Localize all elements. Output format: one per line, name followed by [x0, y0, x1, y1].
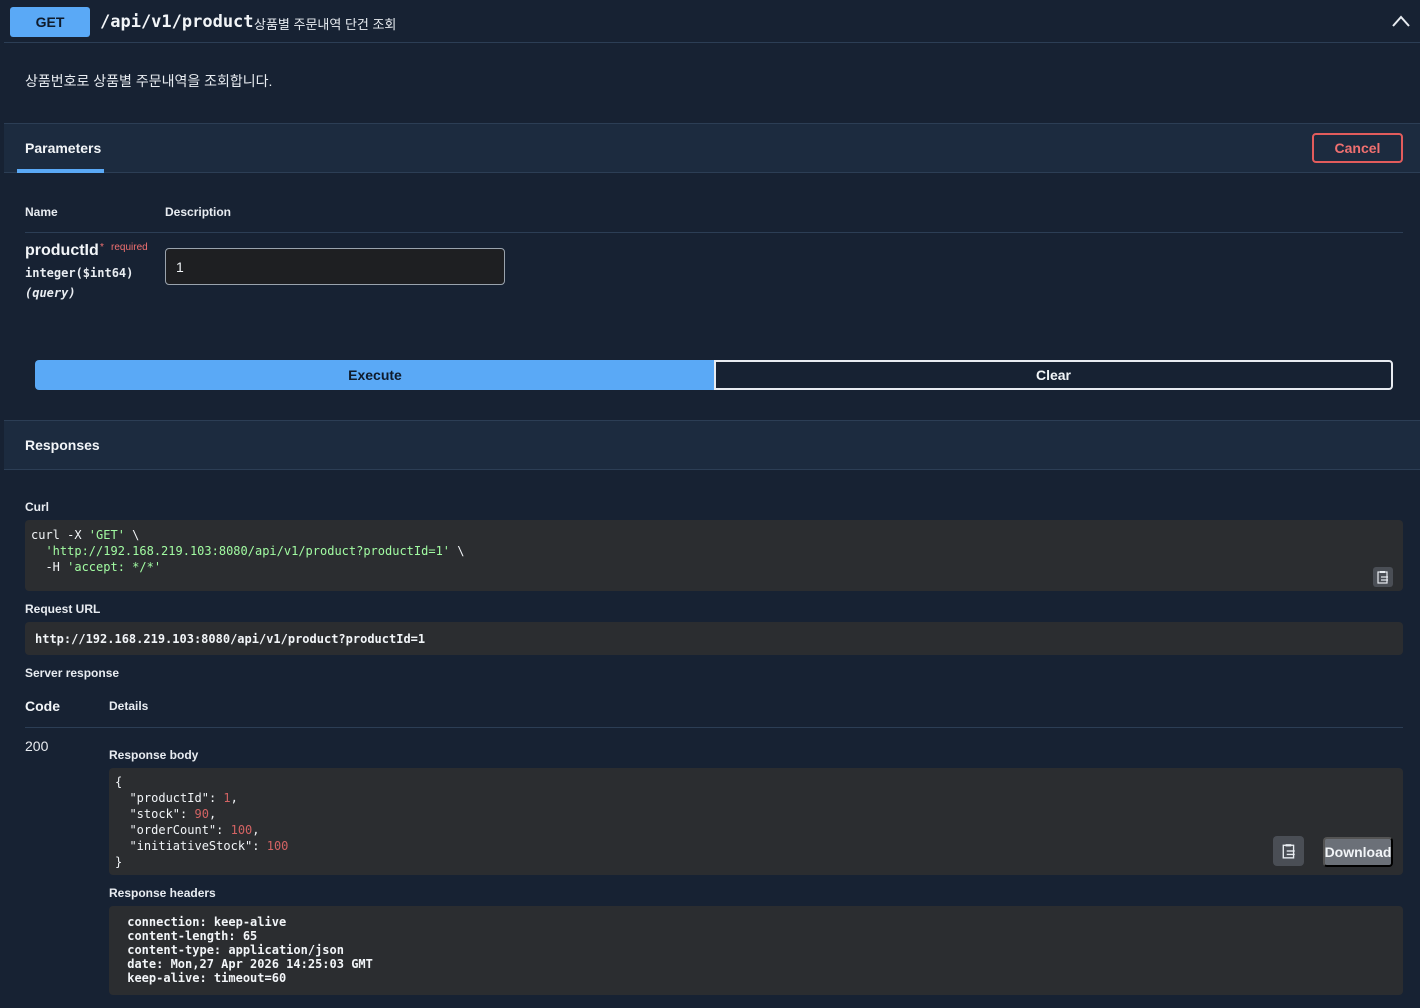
tab-active-indicator: [17, 169, 104, 173]
responses-section-header: Responses: [4, 420, 1420, 470]
cancel-button[interactable]: Cancel: [1312, 133, 1403, 163]
response-body-block: { "productId": 1, "stock": 90, "orderCou…: [109, 768, 1403, 875]
operation-header[interactable]: GET /api/v1/product 상품별 주문내역 단건 조회: [4, 0, 1420, 43]
code-column-header: Code: [25, 698, 60, 714]
copy-response-body-button[interactable]: [1273, 836, 1304, 866]
parameter-type: integer($int64): [25, 266, 134, 280]
responses-title: Responses: [25, 437, 100, 453]
clipboard-icon: [1377, 571, 1388, 584]
response-body-label: Response body: [109, 748, 199, 762]
parameter-name: productId: [25, 242, 99, 259]
method-badge: GET: [10, 7, 90, 37]
curl-label: Curl: [25, 500, 49, 514]
chevron-up-icon[interactable]: [1390, 12, 1412, 30]
column-header-name: Name: [25, 205, 58, 219]
operation-path: /api/v1/product: [100, 12, 254, 32]
product-id-input[interactable]: [165, 248, 505, 285]
response-status-code: 200: [25, 738, 49, 754]
divider: [25, 727, 1403, 728]
request-url-block: http://192.168.219.103:8080/api/v1/produ…: [25, 622, 1403, 655]
operation-summary: 상품별 주문내역 단건 조회: [254, 17, 397, 32]
column-header-description: Description: [165, 205, 232, 219]
header-line: content-length: 65: [120, 929, 265, 943]
header-line: content-type: application/json: [120, 943, 352, 957]
response-headers-block: connection: keep-alive content-length: 6…: [109, 906, 1403, 995]
download-button[interactable]: Download: [1323, 837, 1393, 867]
divider: [25, 232, 1403, 233]
required-star: *: [100, 242, 104, 253]
execute-button[interactable]: Execute: [35, 360, 715, 390]
response-headers-label: Response headers: [109, 886, 216, 900]
copy-curl-button[interactable]: [1373, 567, 1393, 587]
request-url-label: Request URL: [25, 602, 101, 616]
header-line: keep-alive: timeout=60: [120, 971, 294, 985]
operation-description: 상품번호로 상품별 주문내역을 조회합니다.: [25, 73, 273, 89]
header-line: connection: keep-alive: [120, 915, 294, 929]
details-column-header: Details: [109, 699, 149, 713]
clipboard-icon: [1282, 844, 1295, 859]
parameters-section-header: Parameters Cancel: [4, 123, 1420, 173]
tab-parameters[interactable]: Parameters: [25, 140, 101, 156]
required-label: required: [111, 242, 148, 253]
curl-code-block: curl -X 'GET' \ 'http://192.168.219.103:…: [25, 520, 1403, 591]
parameter-location: (query): [25, 286, 76, 300]
clear-button[interactable]: Clear: [714, 360, 1393, 390]
server-response-label: Server response: [25, 666, 120, 680]
header-line: date: Mon,27 Apr 2026 14:25:03 GMT: [120, 957, 381, 971]
